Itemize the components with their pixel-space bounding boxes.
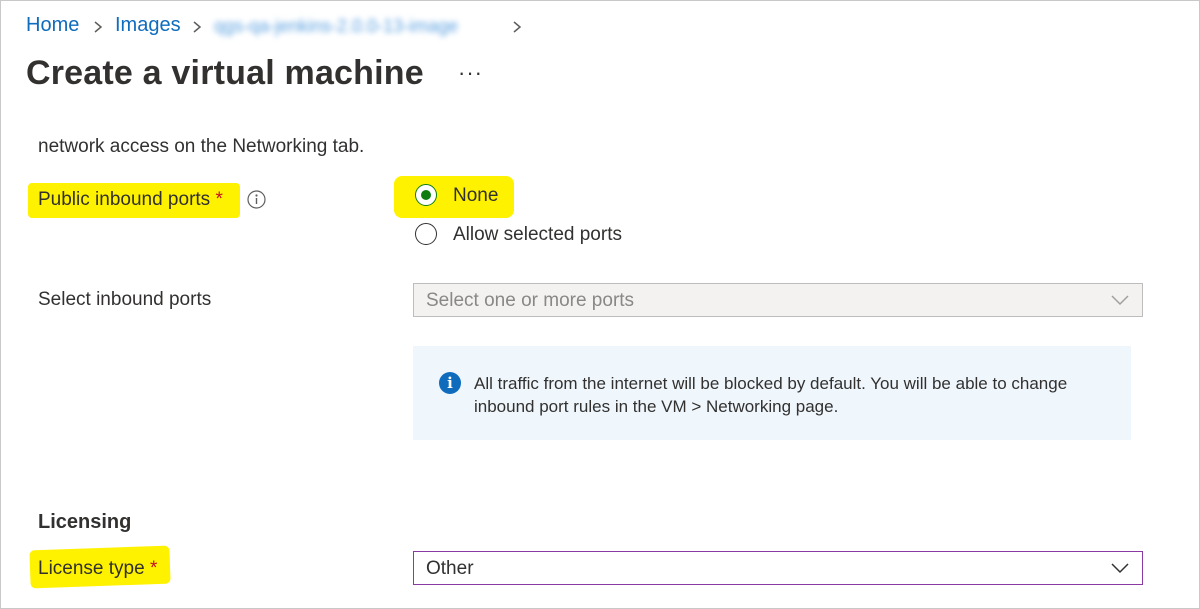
chevron-right-icon (513, 21, 522, 33)
info-message-box: i All traffic from the internet will be … (413, 346, 1131, 440)
dropdown-placeholder: Select one or more ports (426, 290, 635, 311)
chevron-right-icon (94, 21, 103, 33)
required-marker: * (149, 558, 158, 579)
chevron-right-icon (193, 21, 202, 33)
chevron-down-icon (1111, 563, 1129, 574)
info-icon[interactable] (247, 190, 266, 209)
breadcrumb-home-link[interactable]: Home (26, 14, 79, 37)
public-inbound-ports-label: Public inbound ports * (38, 189, 223, 211)
page-title: Create a virtual machine (26, 54, 424, 92)
license-type-label: License type * (38, 558, 157, 580)
more-options-button[interactable]: ··· (458, 60, 483, 86)
license-type-dropdown[interactable]: Other (413, 551, 1143, 585)
dropdown-selected-value: Other (426, 558, 474, 579)
info-message-text: All traffic from the internet will be bl… (474, 374, 1068, 416)
breadcrumb-image-label: qgs-qa-jenkins-2.0.0-13-image (214, 16, 459, 36)
breadcrumb-image-link[interactable]: qgs-qa-jenkins-2.0.0-13-image (214, 16, 504, 40)
radio-label-none: None (453, 185, 499, 206)
radio-button-checked[interactable] (415, 184, 437, 206)
chevron-down-icon (1111, 295, 1129, 306)
public-inbound-ports-label-text: Public inbound ports (38, 189, 211, 210)
required-marker: * (215, 189, 223, 210)
radio-button-unchecked[interactable] (415, 223, 437, 245)
networking-intro-text: network access on the Networking tab. (38, 136, 365, 157)
license-type-label-text: License type (38, 558, 145, 579)
info-icon: i (439, 372, 461, 394)
radio-label-allow-selected-ports: Allow selected ports (453, 224, 622, 245)
select-inbound-ports-dropdown[interactable]: Select one or more ports (413, 283, 1143, 317)
radio-option-none[interactable]: None (415, 184, 525, 210)
breadcrumb-images-link[interactable]: Images (115, 14, 181, 37)
radio-option-allow-selected-ports[interactable]: Allow selected ports (415, 223, 645, 249)
licensing-heading: Licensing (38, 511, 132, 533)
select-inbound-ports-label: Select inbound ports (38, 289, 212, 310)
